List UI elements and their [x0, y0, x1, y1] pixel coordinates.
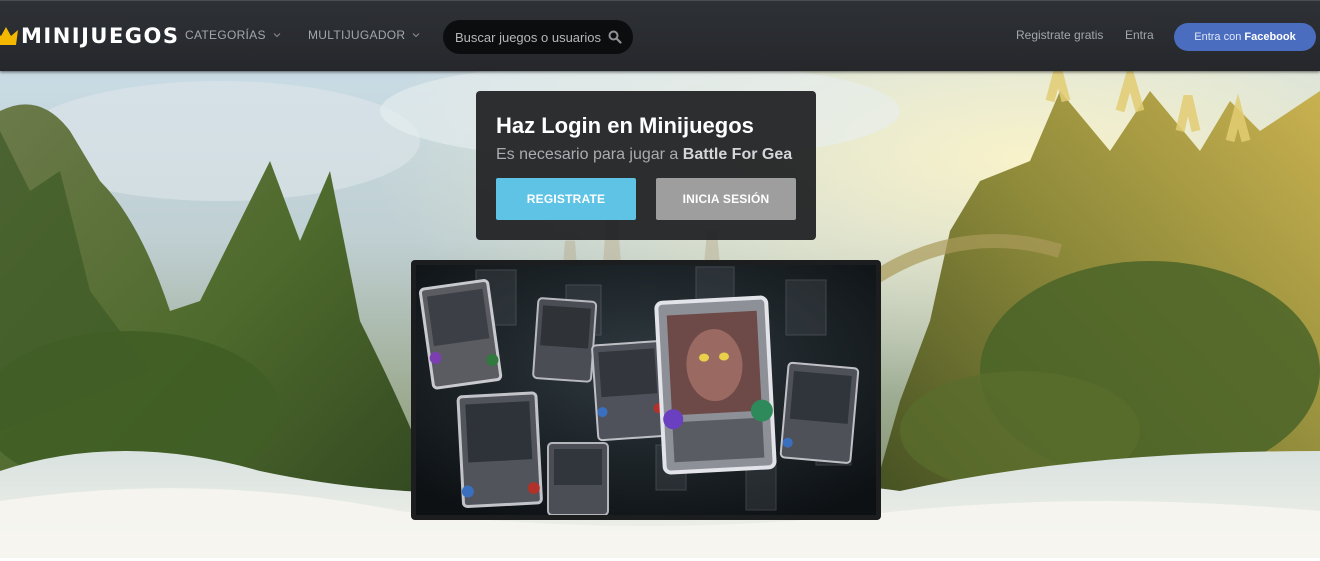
- login-subtitle-text: Es necesario para jugar a: [496, 146, 679, 163]
- search-box: [443, 20, 633, 54]
- register-button[interactable]: REGISTRATE: [496, 178, 636, 220]
- facebook-login-button[interactable]: Entra con Facebook: [1174, 23, 1316, 51]
- facebook-button-prefix: Entra con: [1194, 31, 1242, 43]
- nav-categories[interactable]: CATEGORÍAS: [185, 28, 281, 42]
- login-link[interactable]: Entra: [1125, 28, 1154, 42]
- chevron-down-icon: [413, 33, 420, 38]
- top-navigation-bar: MINIJUEGOS CATEGORÍAS MULTIJUGADOR Regis…: [0, 0, 1320, 71]
- search-input[interactable]: [455, 20, 605, 54]
- facebook-brand-label: Facebook: [1244, 31, 1296, 43]
- login-title: Haz Login en Minijuegos: [496, 113, 754, 138]
- nav-categories-label: CATEGORÍAS: [185, 28, 266, 42]
- register-free-link[interactable]: Registrate gratis: [1016, 28, 1103, 42]
- search-icon[interactable]: [608, 30, 622, 44]
- chevron-down-icon: [273, 33, 281, 38]
- game-preview-image: [416, 265, 876, 515]
- nav-multiplayer-label: MULTIJUGADOR: [308, 28, 406, 42]
- login-button[interactable]: INICIA SESIÓN: [656, 178, 796, 220]
- login-subtitle: Es necesario para jugar a Battle For Gea: [496, 146, 792, 164]
- login-panel: Haz Login en Minijuegos Es necesario par…: [476, 91, 816, 240]
- nav-multiplayer[interactable]: MULTIJUGADOR: [308, 28, 420, 42]
- crown-icon: [0, 27, 18, 45]
- game-preview-frame[interactable]: [411, 260, 881, 520]
- game-name: Battle For Gea: [682, 146, 793, 163]
- logo-text: MINIJUEGOS: [21, 24, 180, 48]
- site-logo[interactable]: MINIJUEGOS: [0, 23, 180, 49]
